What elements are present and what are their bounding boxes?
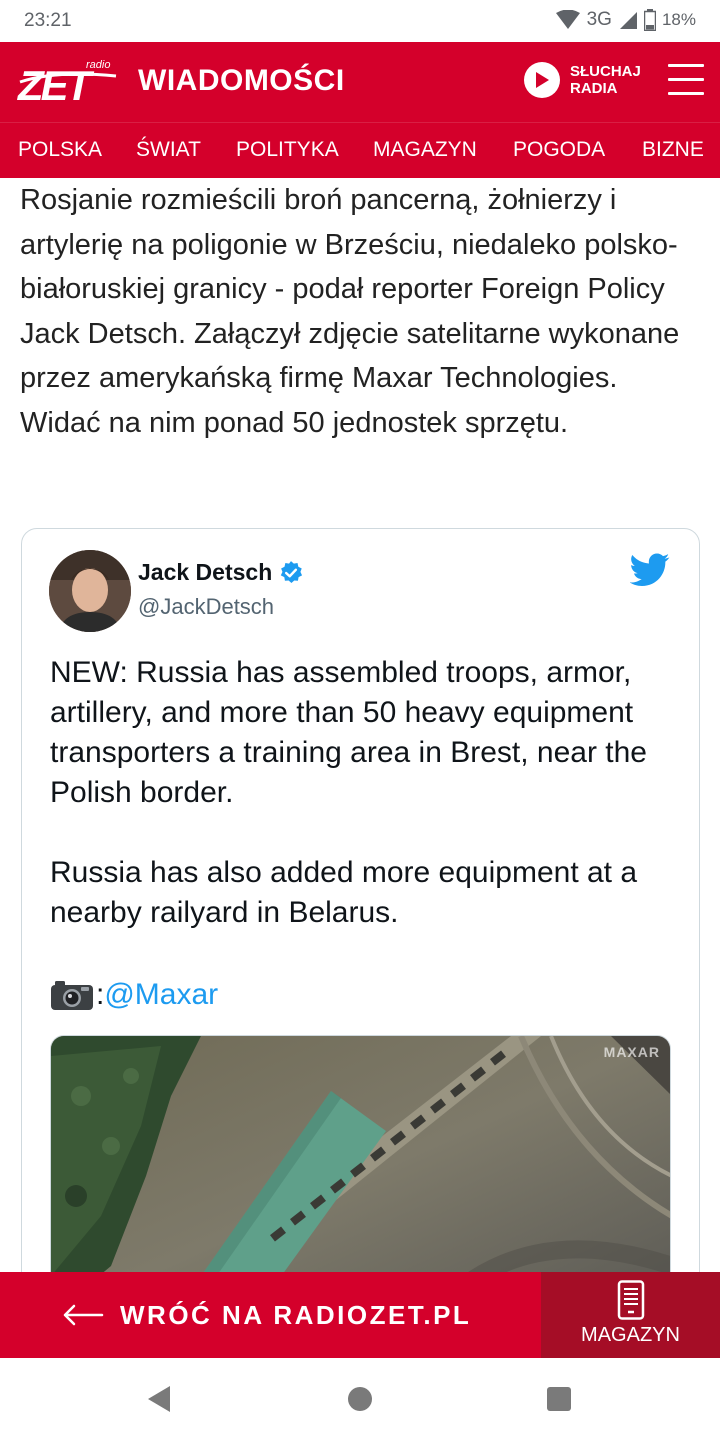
listen-radio-button[interactable]: SŁUCHAJ RADIA xyxy=(524,62,652,98)
status-bar: 23:21 3G 18% xyxy=(0,0,720,42)
wifi-icon xyxy=(555,10,580,29)
battery-level: 18% xyxy=(661,10,696,29)
category-nav: POLSKA ŚWIAT POLITYKA MAGAZYN POGODA BIZ… xyxy=(0,122,720,178)
tweet-photo-credit: : @Maxar xyxy=(50,975,218,1015)
status-right: 3G 18% xyxy=(555,9,696,31)
magazyn-button[interactable]: MAGAZYN xyxy=(541,1272,720,1358)
camera-separator: : xyxy=(96,978,105,1011)
nav-item-swiat[interactable]: ŚWIAT xyxy=(136,138,201,162)
network-type: 3G xyxy=(586,9,612,30)
article-paragraph: Rosjanie rozmieścili broń pancerną, żołn… xyxy=(20,184,680,439)
system-navigation-bar xyxy=(0,1358,720,1440)
app-header: radio ZET WIADOMOŚCI SŁUCHAJ RADIA xyxy=(0,42,720,122)
radio-zet-logo[interactable]: radio ZET xyxy=(16,52,126,112)
logo-sub-text: radio xyxy=(86,59,110,71)
android-back-icon[interactable] xyxy=(146,1385,172,1413)
tweet-author[interactable]: Jack Detsch xyxy=(138,559,304,586)
mention-link[interactable]: @Maxar xyxy=(104,975,218,1015)
status-time: 23:21 xyxy=(24,10,72,31)
satellite-photo xyxy=(51,1036,670,1307)
battery-icon xyxy=(643,9,656,31)
back-label: WRÓĆ NA RADIOZET.PL xyxy=(120,1299,472,1330)
nav-item-polityka[interactable]: POLITYKA xyxy=(236,138,339,162)
tablet-icon xyxy=(617,1280,645,1320)
magazyn-label: MAGAZYN xyxy=(581,1324,680,1346)
hamburger-menu-icon[interactable] xyxy=(668,64,704,100)
listen-radio-label: SŁUCHAJ RADIA xyxy=(570,63,641,97)
logo-text: ZET xyxy=(17,62,95,109)
satellite-image[interactable]: MAXAR xyxy=(50,1035,671,1307)
tweet-text: NEW: Russia has assembled troops, armor,… xyxy=(50,656,647,929)
section-title: WIADOMOŚCI xyxy=(138,64,345,97)
author-name-text: Jack Detsch xyxy=(138,559,273,585)
nav-item-biznes[interactable]: BIZNE xyxy=(642,138,704,162)
camera-icon xyxy=(51,981,93,1010)
nav-item-magazyn[interactable]: MAGAZYN xyxy=(373,138,477,162)
nav-item-pogoda[interactable]: POGODA xyxy=(513,138,605,162)
signal-icon xyxy=(619,12,637,29)
twitter-bird-icon[interactable] xyxy=(630,553,670,587)
arrow-left-icon xyxy=(63,1304,104,1326)
nav-item-polska[interactable]: POLSKA xyxy=(18,138,102,162)
android-recents-icon[interactable] xyxy=(547,1387,571,1411)
verified-badge-icon xyxy=(281,560,303,583)
tweet-handle[interactable]: @JackDetsch xyxy=(138,594,274,620)
android-home-icon[interactable] xyxy=(348,1387,372,1411)
embedded-tweet[interactable]: Jack Detsch @JackDetsch NEW: Russia has … xyxy=(21,528,700,1308)
back-to-radiozet-button[interactable]: WRÓĆ NA RADIOZET.PL xyxy=(0,1272,541,1358)
image-watermark: MAXAR xyxy=(603,1044,660,1060)
author-avatar[interactable] xyxy=(49,550,131,632)
play-icon xyxy=(524,62,560,98)
